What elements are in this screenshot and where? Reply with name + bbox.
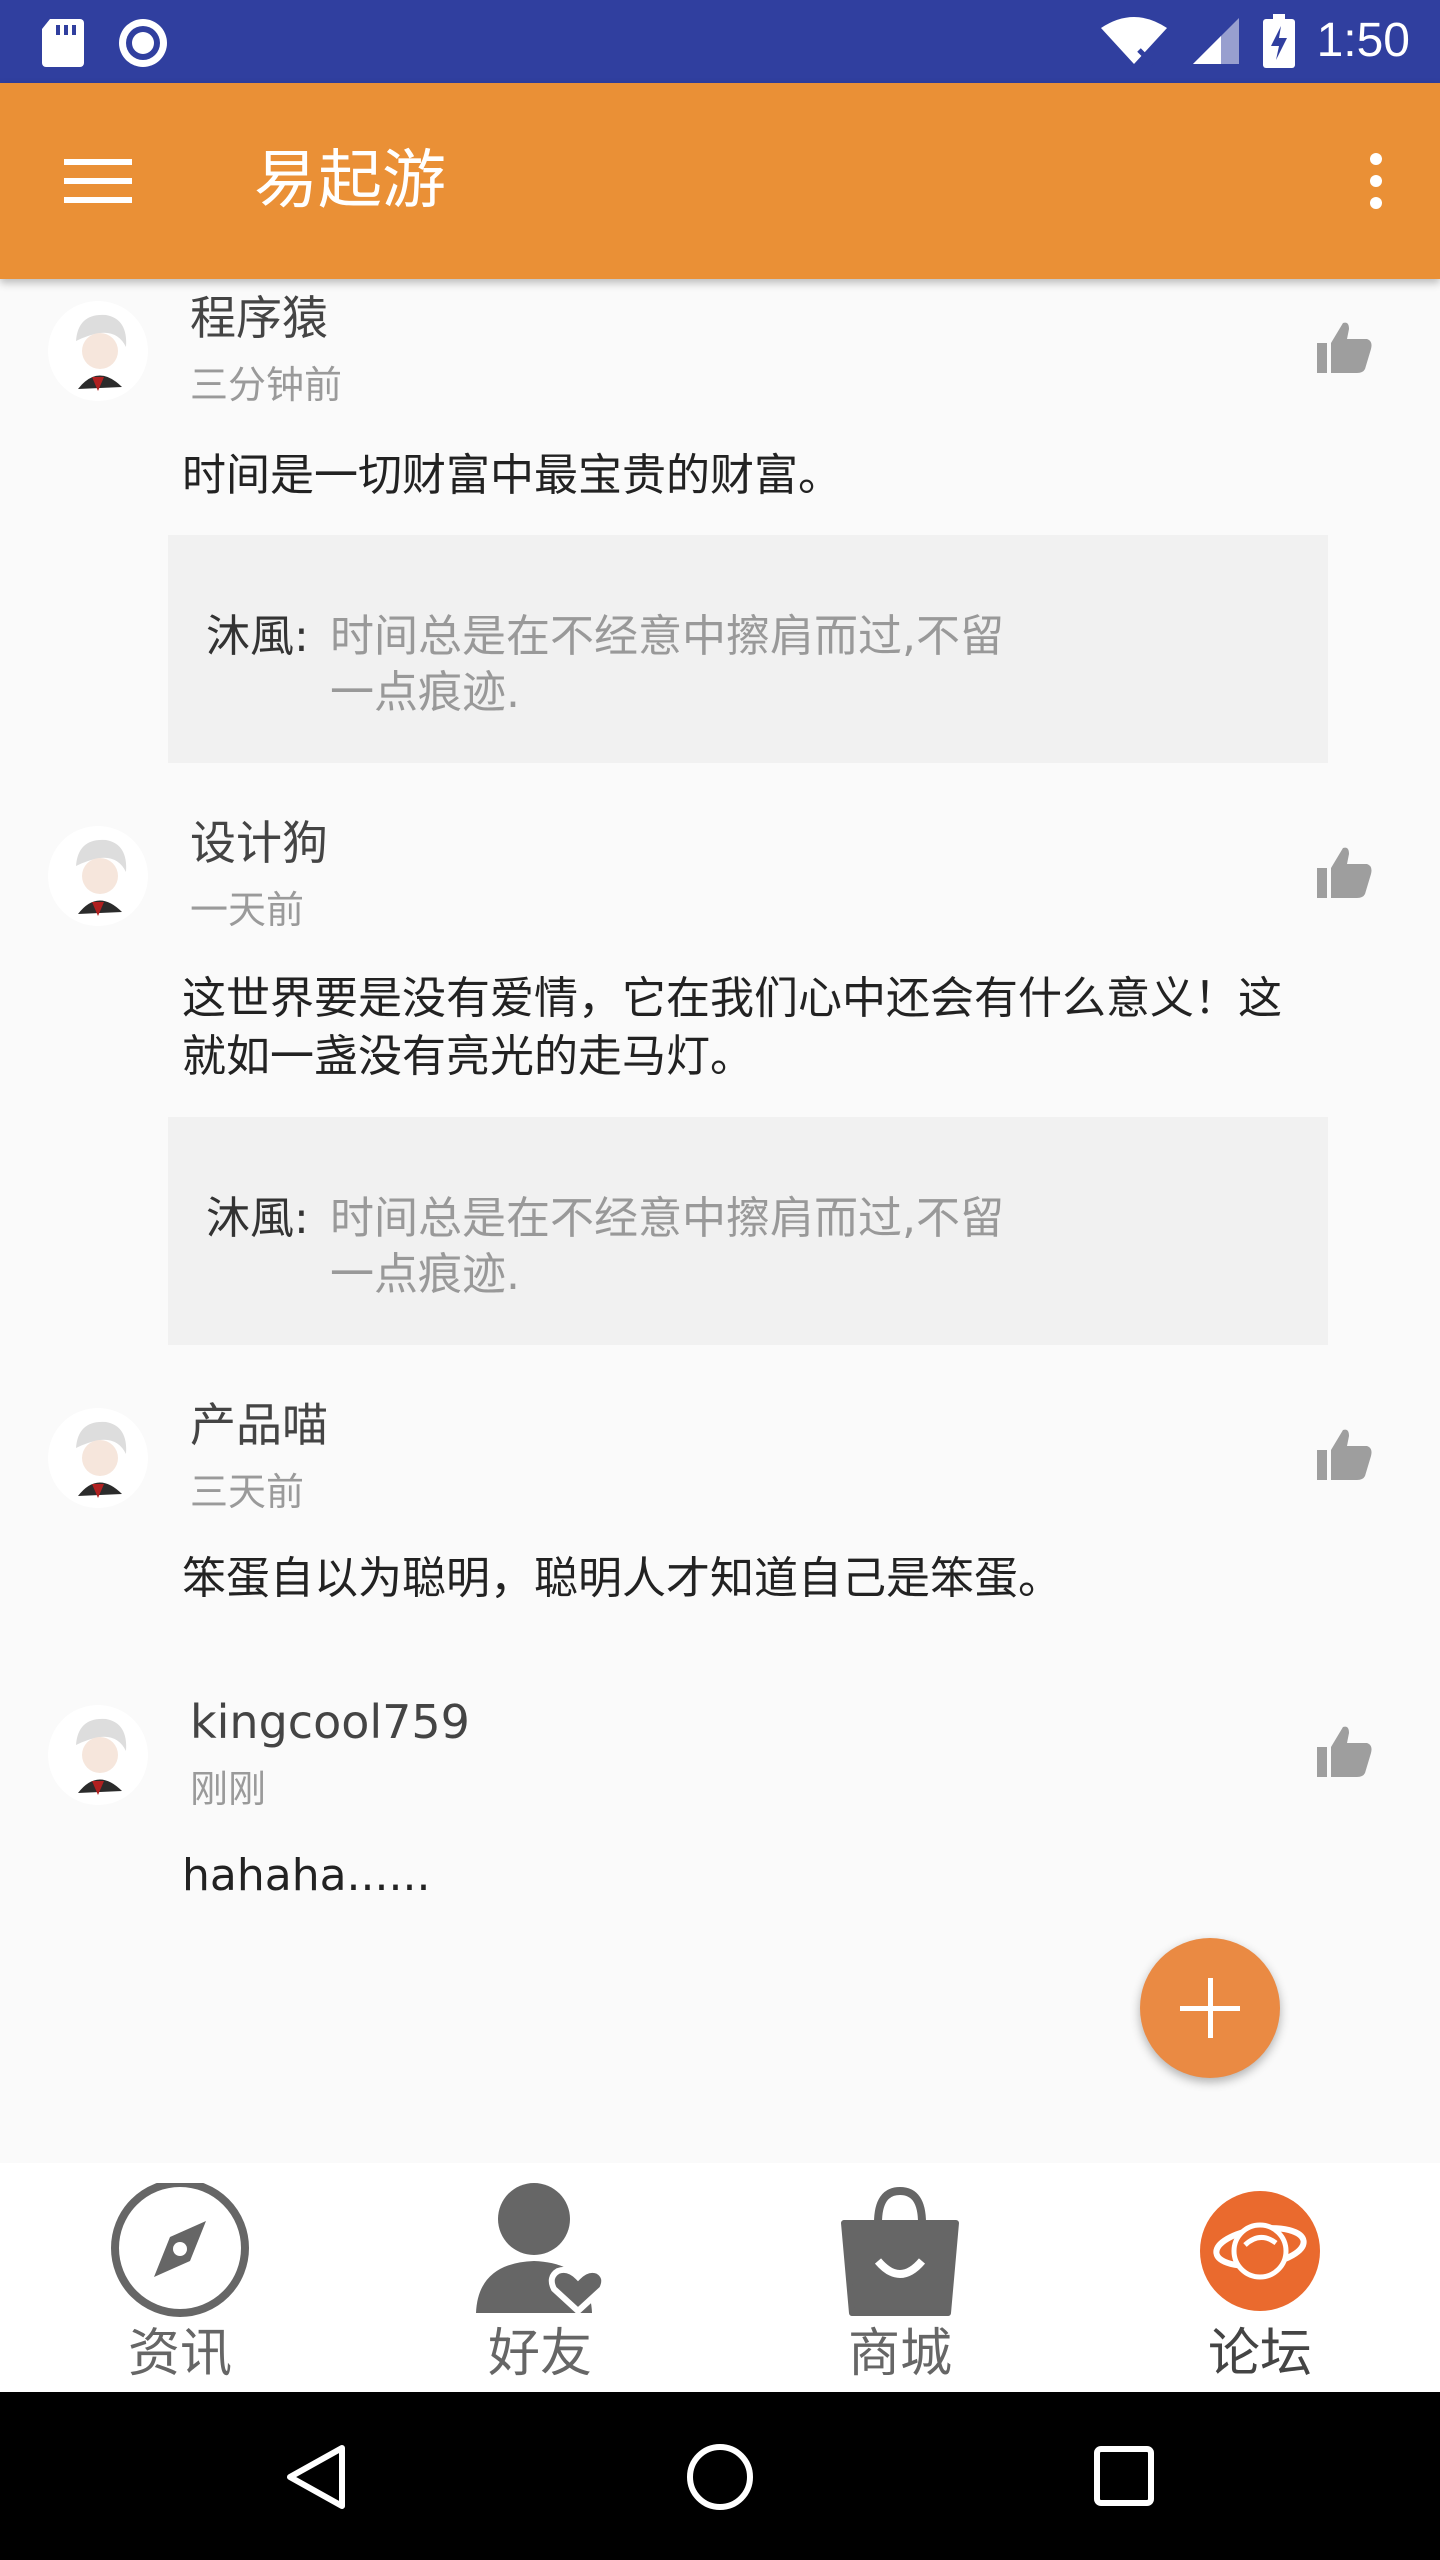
app-bar: 易起游 xyxy=(0,83,1440,279)
status-bar: 1:50 xyxy=(0,0,1440,83)
comment-author: 设计狗 xyxy=(190,816,328,870)
add-comment-button[interactable] xyxy=(1140,1938,1280,2078)
comment-author: 产品喵 xyxy=(190,1398,328,1452)
thumbs-up-icon[interactable] xyxy=(1315,319,1375,379)
battery-charging-icon xyxy=(1262,14,1295,68)
thumbs-up-icon[interactable] xyxy=(1315,844,1375,904)
reply-author: 沐風: xyxy=(206,1193,309,1244)
comment-author: 程序猿 xyxy=(190,291,328,345)
comment-text: 笨蛋自以为聪明，聪明人才知道自己是笨蛋。 xyxy=(182,1553,1062,1604)
app-title: 易起游 xyxy=(254,144,446,218)
friends-icon xyxy=(476,2183,608,2316)
recents-icon[interactable] xyxy=(1092,2444,1156,2508)
system-navigation-bar xyxy=(0,2392,1440,2560)
nav-label: 好友 xyxy=(487,2324,592,2384)
wifi-icon xyxy=(1100,17,1167,66)
nav-item-news[interactable]: 资讯 xyxy=(60,2183,300,2384)
comment-text: hahaha...... xyxy=(182,1850,431,1901)
back-icon[interactable] xyxy=(282,2442,352,2512)
reply-author: 沐風: xyxy=(206,611,309,662)
signal-icon xyxy=(1192,18,1239,64)
reply-box: 沐風: 时间总是在不经意中擦肩而过,不留一点痕迹. xyxy=(168,1117,1328,1345)
comment-time: 三分钟前 xyxy=(190,363,343,407)
comment-time: 刚刚 xyxy=(190,1767,267,1811)
reply-text: 时间总是在不经意中擦肩而过,不留一点痕迹. xyxy=(330,1193,1004,1300)
thumbs-up-icon[interactable] xyxy=(1315,1426,1375,1486)
hamburger-menu-icon[interactable] xyxy=(50,145,146,217)
avatar[interactable] xyxy=(48,1705,148,1805)
home-icon[interactable] xyxy=(685,2442,755,2512)
comment-time: 三天前 xyxy=(190,1470,305,1514)
avatar[interactable] xyxy=(48,301,148,401)
sd-card-icon xyxy=(42,19,84,67)
comment-author: kingcool759 xyxy=(190,1695,470,1749)
nav-label: 资讯 xyxy=(127,2324,232,2384)
nav-item-forum[interactable]: 论坛 xyxy=(1140,2183,1380,2384)
overflow-menu-icon[interactable] xyxy=(1346,143,1406,219)
comment-text: 这世界要是没有爱情，它在我们心中还会有什么意义！这就如一盏没有亮光的走马灯。 xyxy=(182,973,1282,1082)
reply-text: 时间总是在不经意中擦肩而过,不留一点痕迹. xyxy=(330,611,1004,718)
nav-label: 论坛 xyxy=(1207,2324,1312,2384)
comment-list[interactable]: 程序猿 三分钟前 时间是一切财富中最宝贵的财富。 沐風: 时间总是在不经意中擦肩… xyxy=(0,279,1440,2163)
planet-icon xyxy=(1200,2191,1320,2311)
nav-item-friends[interactable]: 好友 xyxy=(420,2183,660,2384)
comment-time: 一天前 xyxy=(190,888,305,932)
reply-box: 沐風: 时间总是在不经意中擦肩而过,不留一点痕迹. xyxy=(168,535,1328,763)
bottom-navigation: 资讯 好友 商城 论坛 xyxy=(0,2163,1440,2392)
nav-item-shop[interactable]: 商城 xyxy=(780,2183,1020,2384)
record-icon xyxy=(119,19,167,67)
status-time: 1:50 xyxy=(1316,14,1410,67)
avatar[interactable] xyxy=(48,826,148,926)
shopping-bag-icon xyxy=(841,2186,959,2316)
plus-icon xyxy=(1180,1978,1240,2038)
avatar[interactable] xyxy=(48,1408,148,1508)
compass-icon xyxy=(111,2183,249,2317)
comment-text: 时间是一切财富中最宝贵的财富。 xyxy=(182,450,842,501)
thumbs-up-icon[interactable] xyxy=(1315,1723,1375,1783)
nav-label: 商城 xyxy=(847,2324,952,2384)
